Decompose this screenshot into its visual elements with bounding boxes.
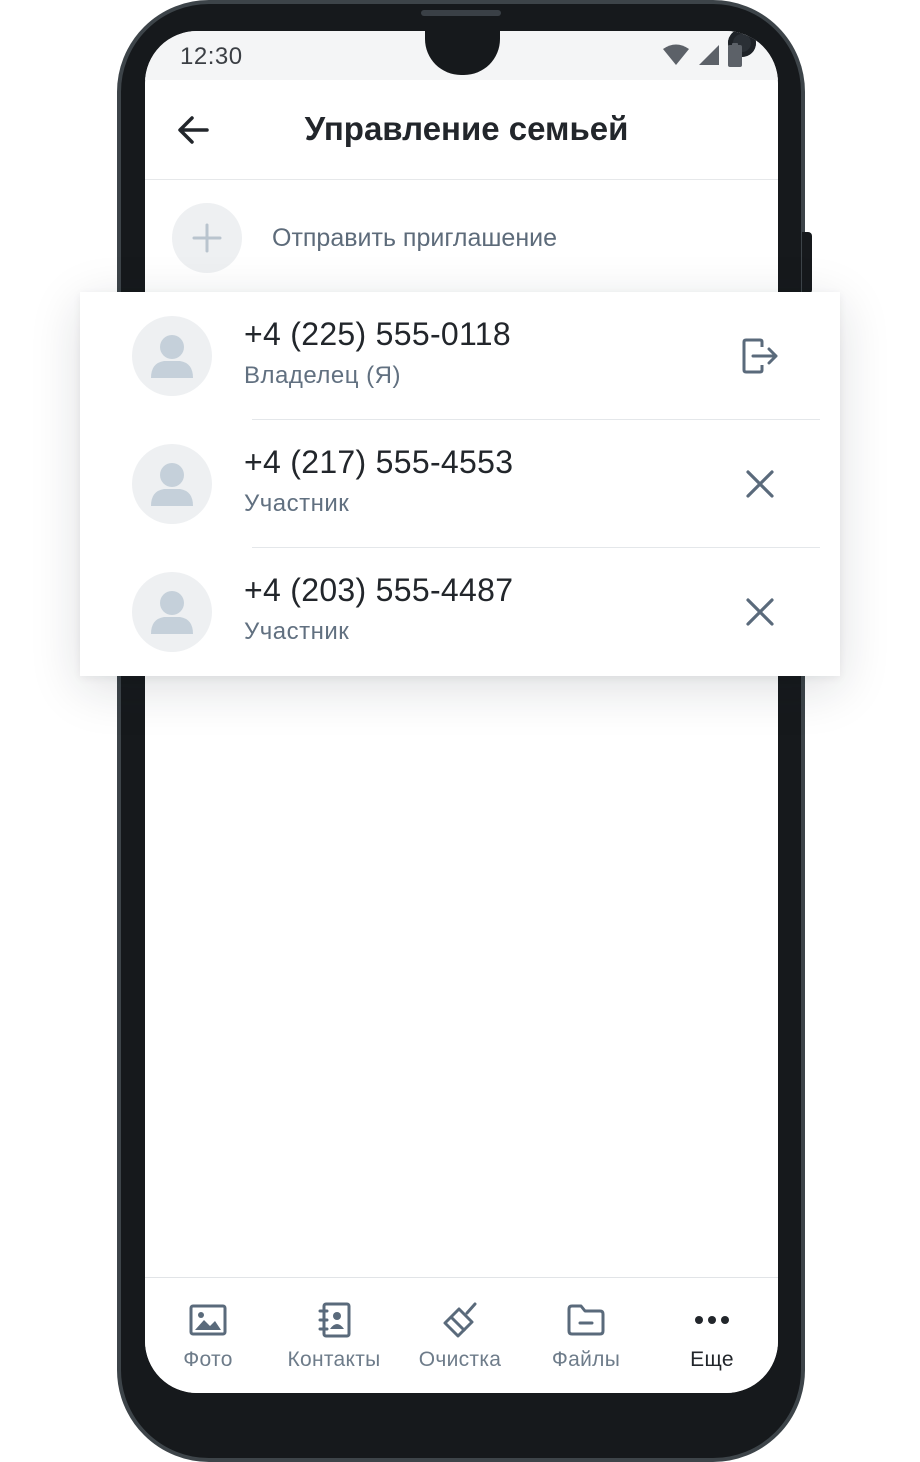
family-members-card: +4 (225) 555-0118 Владелец (Я) +4 (217) … xyxy=(80,292,840,676)
side-button xyxy=(802,232,812,294)
nav-item-cleanup[interactable]: Очистка xyxy=(397,1278,523,1393)
nav-label: Очистка xyxy=(418,1348,502,1371)
member-row: +4 (225) 555-0118 Владелец (Я) xyxy=(80,292,840,420)
speaker-grille xyxy=(421,10,501,16)
member-role: Владелец (Я) xyxy=(244,362,401,389)
nav-item-photos[interactable]: Фото xyxy=(145,1278,271,1393)
member-row: +4 (217) 555-4553 Участник xyxy=(80,420,840,548)
folder-icon xyxy=(567,1304,605,1336)
plus-icon xyxy=(192,223,222,253)
nav-item-files[interactable]: Файлы xyxy=(523,1278,649,1393)
status-time: 12:30 xyxy=(180,43,243,70)
invite-icon-circle xyxy=(172,203,242,273)
contacts-icon xyxy=(318,1302,351,1338)
app-header: Управление семьей xyxy=(145,80,778,180)
nav-label-active: Еще xyxy=(690,1348,734,1371)
nav-label: Файлы xyxy=(551,1348,621,1371)
status-bar: 12:30 xyxy=(145,31,778,80)
avatar xyxy=(132,444,212,524)
notch xyxy=(425,31,756,75)
phone-screen: 12:30 Управление семьей Отправить пригла… xyxy=(145,31,778,1393)
wifi-icon xyxy=(663,44,689,65)
remove-member-button[interactable] xyxy=(740,464,780,504)
member-phone: +4 (225) 555-0118 xyxy=(244,316,511,352)
close-icon xyxy=(746,598,774,626)
member-role: Участник xyxy=(244,618,350,645)
nav-item-contacts[interactable]: Контакты xyxy=(271,1278,397,1393)
nav-label: Контакты xyxy=(287,1348,381,1371)
person-icon xyxy=(151,591,193,634)
member-row: +4 (203) 555-4487 Участник xyxy=(80,548,840,676)
avatar xyxy=(132,572,212,652)
broom-icon xyxy=(443,1302,477,1338)
cell-signal-icon xyxy=(699,45,719,65)
leave-icon xyxy=(742,338,778,374)
person-icon xyxy=(151,335,193,378)
leave-family-button[interactable] xyxy=(740,336,780,376)
avatar xyxy=(132,316,212,396)
send-invite-button[interactable]: Отправить приглашение xyxy=(145,181,778,294)
more-icon xyxy=(695,1316,729,1324)
close-icon xyxy=(746,470,774,498)
image-icon xyxy=(189,1304,227,1336)
member-phone: +4 (217) 555-4553 xyxy=(244,444,514,480)
battery-icon xyxy=(728,43,742,67)
member-phone: +4 (203) 555-4487 xyxy=(244,572,514,608)
invite-label: Отправить приглашение xyxy=(272,224,558,252)
nav-item-more[interactable]: Еще xyxy=(649,1278,775,1393)
bottom-navigation: Фото Контакты Очистка Файлы Еще xyxy=(145,1277,778,1393)
remove-member-button[interactable] xyxy=(740,592,780,632)
member-role: Участник xyxy=(244,490,350,517)
status-icons xyxy=(662,43,742,67)
person-icon xyxy=(151,463,193,506)
page-title: Управление семьей xyxy=(304,110,629,147)
